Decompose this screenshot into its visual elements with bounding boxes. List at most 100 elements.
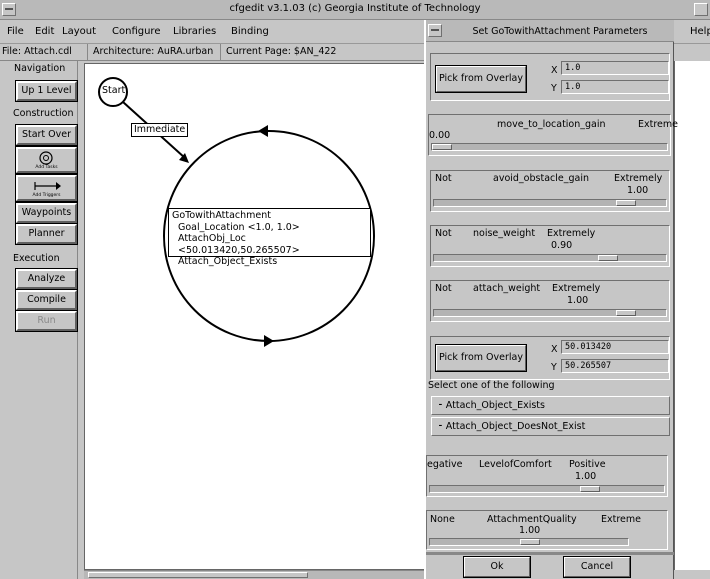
start-label[interactable]: Start xyxy=(100,85,127,97)
move-to-location-gain-thumb[interactable] xyxy=(432,144,452,150)
add-tasks-button[interactable]: Add Tasks xyxy=(15,146,78,174)
attach-location-group: Pick from Overlay X Y 50.013420 50.26550… xyxy=(430,336,670,380)
noise-weight-thumb[interactable] xyxy=(598,255,618,261)
cancel-button[interactable]: Cancel xyxy=(563,556,631,578)
goal-x-input[interactable]: 1.0 xyxy=(561,61,669,75)
up-level-button[interactable]: Up 1 Level xyxy=(15,80,78,102)
canvas-scroll-thumb[interactable] xyxy=(88,572,308,578)
state-description-box[interactable]: GoTowithAttachment Goal_Location <1.0, 1… xyxy=(168,208,371,267)
dialog-title: Set GoTowithAttachment Parameters xyxy=(472,26,648,37)
noise-weight-title: noise_weight xyxy=(473,228,536,239)
state-goal-location: Goal_Location <1.0, 1.0> xyxy=(178,221,300,233)
level-of-comfort-value: 1.00 xyxy=(575,471,597,482)
level-of-comfort-trough[interactable] xyxy=(429,485,665,493)
dialog-separator xyxy=(426,552,674,555)
level-of-comfort-title: LevelofComfort xyxy=(479,459,552,470)
move-to-location-gain-title: move_to_location_gain xyxy=(497,119,606,130)
navigation-label: Navigation xyxy=(14,63,66,74)
level-of-comfort-min-label: egative xyxy=(427,459,463,470)
option-marker-icon: ⁃ xyxy=(438,400,446,411)
menu-file[interactable]: File xyxy=(7,26,24,37)
canvas-horizontal-scrollbar[interactable] xyxy=(84,570,425,579)
menu-edit[interactable]: Edit xyxy=(35,26,54,37)
attachment-quality-max-label: Extreme xyxy=(601,514,641,525)
attachment-quality-title: AttachmentQuality xyxy=(487,514,577,525)
avoid-obstacle-gain-title: avoid_obstacle_gain xyxy=(493,173,589,184)
attach-y-label: Y xyxy=(551,362,557,373)
attach-weight-slider: Not attach_weight Extremely 1.00 xyxy=(430,280,670,322)
noise-weight-slider: Not noise_weight Extremely 0.90 xyxy=(430,225,670,267)
canvas-right-edge xyxy=(674,61,710,570)
architecture-name: Architecture: AuRA.urban xyxy=(93,46,214,57)
level-of-comfort-thumb[interactable] xyxy=(580,486,600,492)
option-marker-icon: ⁃ xyxy=(438,421,446,432)
noise-weight-min-label: Not xyxy=(435,228,452,239)
pick-attach-location-button[interactable]: Pick from Overlay xyxy=(435,344,527,372)
attachment-quality-trough[interactable] xyxy=(429,538,629,546)
move-to-location-gain-max-label: Extreme xyxy=(638,119,678,130)
move-to-location-gain-value: 0.00 xyxy=(429,130,451,141)
ok-button[interactable]: Ok xyxy=(463,556,531,578)
attach-weight-thumb[interactable] xyxy=(616,310,636,316)
goal-location-group: Pick from Overlay X Y 1.0 1.0 xyxy=(430,53,670,101)
level-of-comfort-max-label: Positive xyxy=(569,459,606,470)
execution-label: Execution xyxy=(13,253,60,264)
attachment-quality-thumb[interactable] xyxy=(520,539,540,545)
move-to-location-gain-trough[interactable] xyxy=(431,143,668,151)
avoid-obstacle-gain-trough[interactable] xyxy=(433,199,667,207)
add-tasks-caption: Add Tasks xyxy=(35,165,58,170)
main-title-bar: cfgedit v3.1.03 (c) Georgia Institute of… xyxy=(0,0,710,20)
attach-weight-min-label: Not xyxy=(435,283,452,294)
option-attach-object-exists[interactable]: ⁃ Attach_Object_Exists xyxy=(431,396,670,415)
planner-button[interactable]: Planner xyxy=(15,223,78,245)
attach-x-label: X xyxy=(551,344,558,355)
add-triggers-caption: Add Triggers xyxy=(32,193,61,198)
add-tasks-icon xyxy=(39,151,53,165)
immediate-trigger-label[interactable]: Immediate xyxy=(131,123,189,137)
goal-y-input[interactable]: 1.0 xyxy=(561,80,669,94)
attach-weight-max-label: Extremely xyxy=(552,283,601,294)
menu-binding[interactable]: Binding xyxy=(231,26,269,37)
attach-y-input[interactable]: 50.265507 xyxy=(561,359,669,373)
option-attach-object-does-not-exist[interactable]: ⁃ Attach_Object_DoesNot_Exist xyxy=(431,417,670,436)
window-title: cfgedit v3.1.03 (c) Georgia Institute of… xyxy=(229,3,481,14)
avoid-obstacle-gain-thumb[interactable] xyxy=(616,200,636,206)
state-task-name: GoTowithAttachment xyxy=(172,210,272,221)
start-over-button[interactable]: Start Over xyxy=(15,124,78,146)
analyze-button[interactable]: Analyze xyxy=(15,268,78,290)
avoid-obstacle-gain-value: 1.00 xyxy=(627,185,649,196)
select-prompt: Select one of the following xyxy=(428,380,555,391)
run-button[interactable]: Run xyxy=(15,310,78,332)
current-page: Current Page: $AN_422 xyxy=(226,46,337,57)
parameters-dialog: Set GoTowithAttachment Parameters Pick f… xyxy=(424,20,678,579)
menu-layout[interactable]: Layout xyxy=(62,26,96,37)
drawing-canvas[interactable]: Start Immediate xyxy=(84,63,425,570)
file-name: File: Attach.cdl xyxy=(2,46,72,57)
avoid-obstacle-gain-slider: Not avoid_obstacle_gain Extremely 1.00 xyxy=(430,170,670,212)
add-triggers-button[interactable]: Add Triggers xyxy=(15,174,78,202)
goal-x-label: X xyxy=(551,65,558,76)
attach-weight-title: attach_weight xyxy=(473,283,541,294)
compile-button[interactable]: Compile xyxy=(15,289,78,311)
state-attach-condition: Attach_Object_Exists xyxy=(178,256,278,267)
level-of-comfort-slider: egative LevelofComfort Positive 1.00 xyxy=(426,455,668,497)
avoid-obstacle-gain-min-label: Not xyxy=(435,173,452,184)
move-to-location-gain-slider: move_to_location_gain Extreme 0.00 xyxy=(428,114,678,156)
attach-x-input[interactable]: 50.013420 xyxy=(561,340,669,354)
attach-weight-trough[interactable] xyxy=(433,309,667,317)
waypoints-button[interactable]: Waypoints xyxy=(15,202,78,224)
attachment-quality-slider: None AttachmentQuality Extreme 1.00 xyxy=(426,510,668,550)
menu-configure[interactable]: Configure xyxy=(112,26,160,37)
window-minimize-button[interactable] xyxy=(694,3,708,16)
dialog-menu-icon xyxy=(431,29,439,31)
dialog-menu-button[interactable] xyxy=(428,24,442,37)
state-attach-location: AttachObj_Loc <50.013420,50.265507> xyxy=(178,233,300,256)
menu-libraries[interactable]: Libraries xyxy=(173,26,216,37)
dialog-title-bar: Set GoTowithAttachment Parameters xyxy=(426,20,674,42)
menu-help[interactable]: Help xyxy=(690,26,710,37)
attachment-quality-value: 1.00 xyxy=(519,525,541,536)
pick-goal-location-button[interactable]: Pick from Overlay xyxy=(435,65,527,93)
noise-weight-trough[interactable] xyxy=(433,254,667,262)
state-loop-arrow-top xyxy=(258,125,268,137)
state-loop-arrow-bottom xyxy=(264,335,274,347)
